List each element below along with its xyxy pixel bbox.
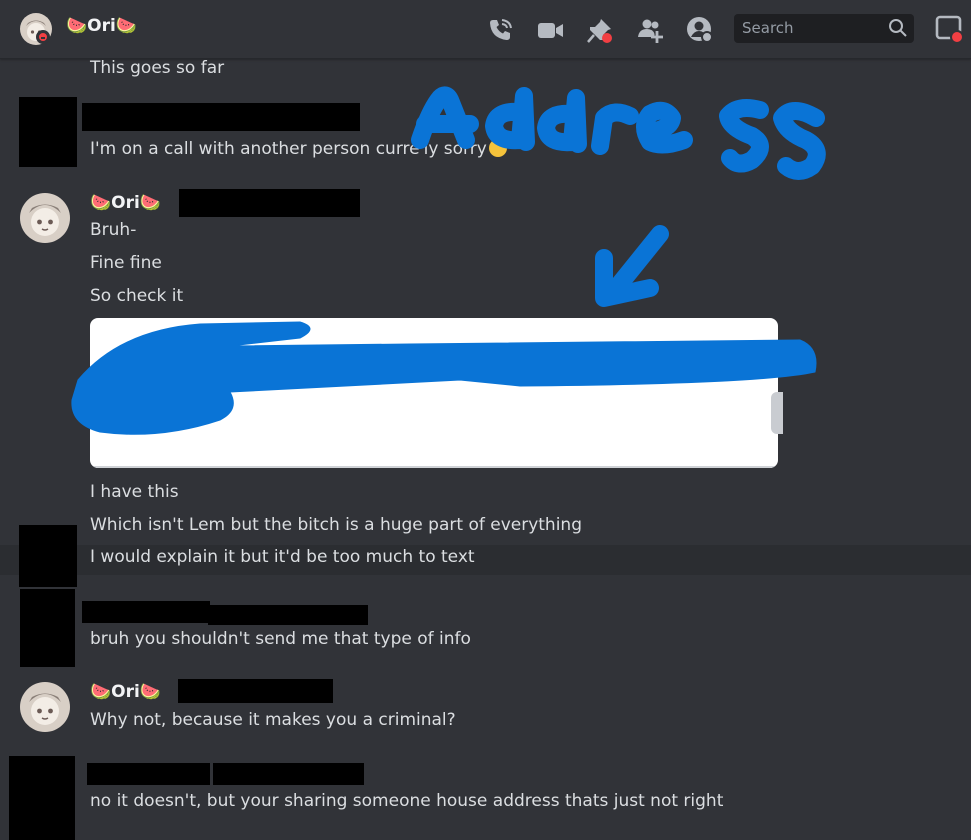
message-line: bruh you shouldn't send me that type of …: [90, 629, 471, 649]
message-line: Bruh-: [90, 220, 137, 240]
dm-title: 🍉Ori🍉: [66, 16, 137, 36]
message-username[interactable]: 🍉Ori🍉: [90, 193, 161, 213]
attachment-divider: [90, 466, 778, 468]
message-line: no it doesn't, but your sharing someone …: [90, 791, 724, 811]
message-line: I have this: [90, 482, 179, 502]
message-line: Fine fine: [90, 253, 162, 273]
channel-header: 🍉Ori🍉 Search: [0, 0, 971, 59]
message-username[interactable]: 🍉Ori🍉: [90, 682, 161, 702]
inbox-icon[interactable]: [934, 14, 964, 44]
search-icon: [889, 19, 907, 37]
video-call-icon[interactable]: [536, 16, 564, 44]
message-line: Which isn't Lem but the bitch is a huge …: [90, 515, 582, 535]
user-avatar[interactable]: [20, 193, 70, 243]
search-placeholder: Search: [742, 19, 794, 37]
phone-call-icon[interactable]: [486, 16, 514, 44]
redacted-timestamp: [213, 763, 364, 785]
redacted-username: [82, 601, 210, 623]
emoji-icon: [488, 139, 507, 157]
redacted-username: [82, 103, 360, 131]
message-line: So check it: [90, 286, 184, 306]
message-line-part: I'm on a call with another person curre: [90, 139, 420, 159]
redacted-timestamp: [178, 679, 333, 703]
redacted-avatar: [19, 97, 77, 167]
attachment-scroll-handle[interactable]: [771, 392, 783, 434]
message-line: Why not, because it makes you a criminal…: [90, 710, 456, 730]
message-line: I'm on a call with another person curre l…: [90, 139, 507, 159]
dnd-status-icon: [36, 30, 50, 44]
redacted-username: [87, 763, 210, 785]
pin-icon[interactable]: [586, 16, 614, 44]
redacted-timestamp: [208, 605, 368, 625]
redacted-avatar: [19, 525, 77, 587]
add-friend-icon[interactable]: [636, 16, 664, 44]
image-attachment[interactable]: [90, 318, 778, 468]
redacted-timestamp: [179, 189, 360, 217]
redacted-avatar: [20, 589, 75, 667]
message-line-part: ly sorry: [423, 139, 487, 159]
search-input[interactable]: Search: [734, 14, 914, 43]
user-avatar[interactable]: [20, 682, 70, 732]
redacted-avatar: [9, 756, 75, 840]
message-line: I would explain it but it'd be too much …: [90, 547, 475, 567]
user-profile-icon[interactable]: [686, 16, 714, 44]
message-line: This goes so far: [90, 58, 225, 78]
